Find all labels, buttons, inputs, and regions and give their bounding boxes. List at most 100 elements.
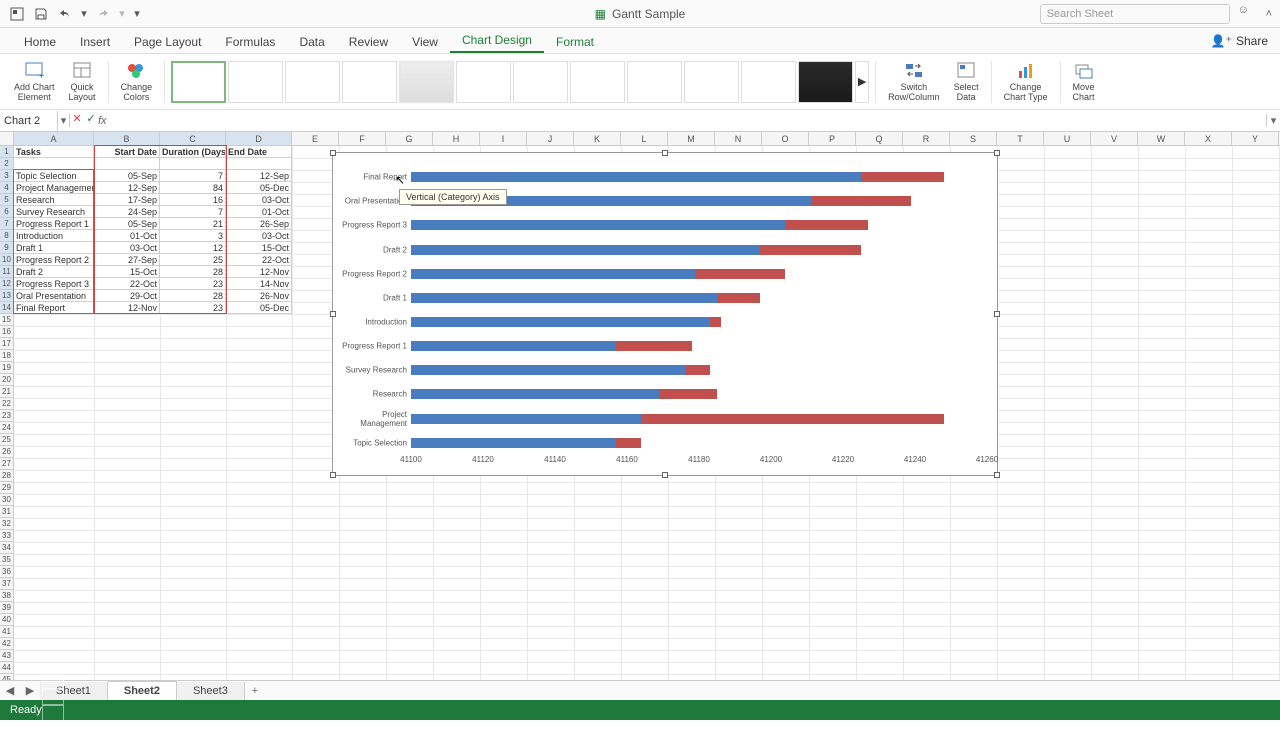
data-cell[interactable]: 01-Oct: [94, 230, 160, 242]
column-header-K[interactable]: K: [574, 132, 621, 145]
cancel-formula-icon[interactable]: ✕: [70, 112, 84, 130]
quick-layout-button[interactable]: Quick Layout: [63, 57, 102, 107]
qat-customize-icon[interactable]: ▾: [132, 5, 142, 23]
row-header-6[interactable]: 6: [0, 206, 13, 218]
data-cell[interactable]: 17-Sep: [94, 194, 160, 206]
data-cell[interactable]: 29-Oct: [94, 290, 160, 302]
row-header-18[interactable]: 18: [0, 350, 13, 362]
view-normal-icon[interactable]: [42, 673, 64, 689]
chart-bar-series1[interactable]: [411, 414, 641, 424]
row-header-39[interactable]: 39: [0, 602, 13, 614]
row-header-23[interactable]: 23: [0, 410, 13, 422]
chart-bar-series1[interactable]: [411, 365, 685, 375]
row-header-17[interactable]: 17: [0, 338, 13, 350]
column-header-U[interactable]: U: [1044, 132, 1091, 145]
data-cell[interactable]: Survey Research: [14, 206, 94, 218]
data-cell[interactable]: 05-Sep: [94, 170, 160, 182]
zoom-level[interactable]: 100%: [51, 736, 79, 748]
chart-bar-series1[interactable]: [411, 220, 785, 230]
spreadsheet-grid[interactable]: ABCDEFGHIJKLMNOPQRSTUVWXY 12345678910111…: [0, 132, 1280, 704]
row-header-31[interactable]: 31: [0, 506, 13, 518]
row-header-44[interactable]: 44: [0, 662, 13, 674]
chart-category-label[interactable]: Project Management: [335, 410, 411, 428]
chart-bar-series1[interactable]: [411, 317, 710, 327]
name-box[interactable]: Chart 2: [0, 111, 58, 131]
row-header-34[interactable]: 34: [0, 542, 13, 554]
chart-plot-area[interactable]: Final ReportOral PresentationProgress Re…: [411, 165, 985, 453]
chart-bar-series2[interactable]: [717, 293, 760, 303]
formula-expand-icon[interactable]: ▾: [1266, 114, 1280, 127]
row-header-27[interactable]: 27: [0, 458, 13, 470]
row-header-19[interactable]: 19: [0, 362, 13, 374]
column-header-P[interactable]: P: [809, 132, 856, 145]
data-cell[interactable]: 05-Dec: [226, 182, 292, 194]
data-cell[interactable]: 21: [160, 218, 226, 230]
chart-style-10[interactable]: [684, 61, 739, 103]
row-header-43[interactable]: 43: [0, 650, 13, 662]
data-cell[interactable]: 05-Dec: [226, 302, 292, 314]
formula-input[interactable]: [118, 111, 1266, 131]
row-header-29[interactable]: 29: [0, 482, 13, 494]
chart-bar-series1[interactable]: [411, 341, 616, 351]
column-header-F[interactable]: F: [339, 132, 386, 145]
column-header-W[interactable]: W: [1138, 132, 1185, 145]
column-header-L[interactable]: L: [621, 132, 668, 145]
chart-style-4[interactable]: [342, 61, 397, 103]
chart-style-5[interactable]: [399, 61, 454, 103]
data-cell[interactable]: Research: [14, 194, 94, 206]
column-header-V[interactable]: V: [1091, 132, 1138, 145]
sheet-tab-3[interactable]: Sheet3: [177, 682, 245, 700]
row-header-15[interactable]: 15: [0, 314, 13, 326]
view-page-layout-icon[interactable]: [42, 689, 64, 705]
row-header-14[interactable]: 14: [0, 302, 13, 314]
change-chart-type-button[interactable]: Change Chart Type: [998, 57, 1054, 107]
tab-chart-design[interactable]: Chart Design: [450, 29, 544, 53]
row-header-7[interactable]: 7: [0, 218, 13, 230]
chart-bar-series1[interactable]: [411, 389, 659, 399]
data-cell[interactable]: 27-Sep: [94, 254, 160, 266]
row-header-36[interactable]: 36: [0, 566, 13, 578]
data-cell[interactable]: 12-Sep: [226, 170, 292, 182]
row-header-3[interactable]: 3: [0, 170, 13, 182]
select-all-corner[interactable]: [0, 132, 14, 146]
column-header-A[interactable]: A: [14, 132, 94, 145]
share-button[interactable]: 👤⁺ Share: [1211, 28, 1268, 54]
chart-style-6[interactable]: [456, 61, 511, 103]
column-header-M[interactable]: M: [668, 132, 715, 145]
move-chart-button[interactable]: Move Chart: [1067, 57, 1101, 107]
row-header-42[interactable]: 42: [0, 638, 13, 650]
data-cell[interactable]: 12-Sep: [94, 182, 160, 194]
column-header-H[interactable]: H: [433, 132, 480, 145]
data-cell[interactable]: 84: [160, 182, 226, 194]
header-cell[interactable]: Duration (Days): [160, 146, 226, 158]
search-input[interactable]: Search Sheet: [1040, 4, 1230, 24]
data-cell[interactable]: Progress Report 1: [14, 218, 94, 230]
data-cell[interactable]: Introduction: [14, 230, 94, 242]
row-header-25[interactable]: 25: [0, 434, 13, 446]
undo-icon[interactable]: [56, 5, 74, 23]
chart-style-3[interactable]: [285, 61, 340, 103]
chart-style-7[interactable]: [513, 61, 568, 103]
chart-style-9[interactable]: [627, 61, 682, 103]
column-header-R[interactable]: R: [903, 132, 950, 145]
column-header-Q[interactable]: Q: [856, 132, 903, 145]
data-cell[interactable]: 24-Sep: [94, 206, 160, 218]
chart-bar-series1[interactable]: [411, 245, 760, 255]
row-header-16[interactable]: 16: [0, 326, 13, 338]
redo-icon[interactable]: [94, 5, 112, 23]
row-header-13[interactable]: 13: [0, 290, 13, 302]
confirm-formula-icon[interactable]: ✓: [84, 112, 98, 130]
column-header-O[interactable]: O: [762, 132, 809, 145]
column-header-J[interactable]: J: [527, 132, 574, 145]
chart-bar-series2[interactable]: [641, 414, 943, 424]
zoom-out-icon[interactable]: −: [42, 721, 48, 733]
sheet-nav-prev-icon[interactable]: ◀: [0, 682, 20, 700]
chart-category-label[interactable]: Progress Report 1: [335, 342, 411, 351]
column-header-C[interactable]: C: [160, 132, 226, 145]
row-header-32[interactable]: 32: [0, 518, 13, 530]
data-cell[interactable]: Draft 1: [14, 242, 94, 254]
data-cell[interactable]: 03-Oct: [226, 194, 292, 206]
data-cell[interactable]: 23: [160, 302, 226, 314]
sheet-nav-next-icon[interactable]: ▶: [20, 682, 40, 700]
column-header-N[interactable]: N: [715, 132, 762, 145]
